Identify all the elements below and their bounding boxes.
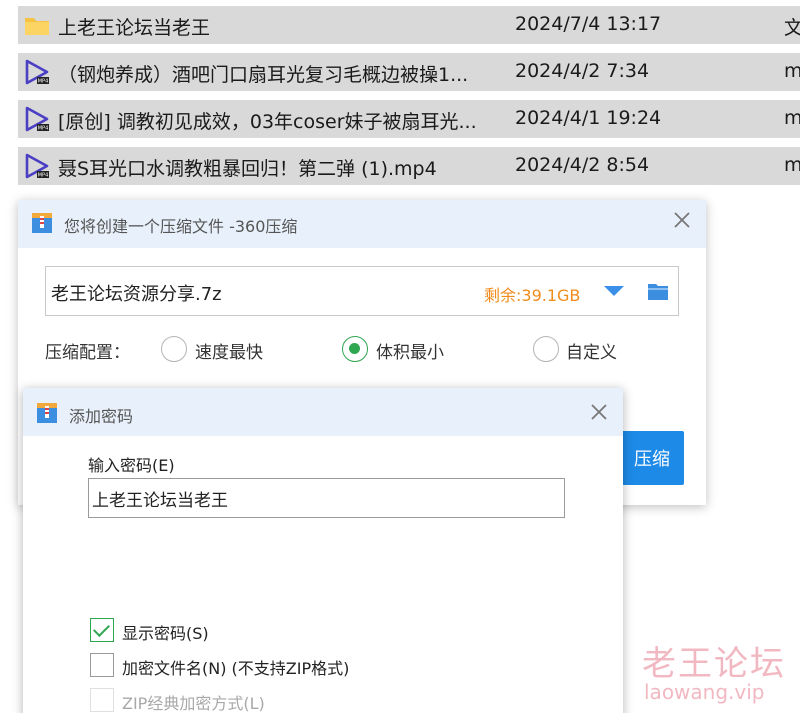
dialog-title: 添加密码 [69,407,134,426]
video-file-icon: MP4 [25,153,49,179]
radio-label-smallest[interactable]: 体积最小 [376,338,444,363]
watermark: 老王论坛 laowang.vip [626,636,800,713]
video-file-icon: MP4 [25,106,49,132]
watermark-title: 老王论坛 [642,644,786,684]
compress-title-bar[interactable]: 您将创建一个压缩文件 -360压缩 [18,200,706,248]
file-row-folder[interactable]: 上老王论坛当老王 2024/7/4 13:17 文 [18,6,800,44]
svg-text:MP4: MP4 [38,126,49,132]
video-file-icon: MP4 [25,59,49,85]
zip-classic-encryption-label: ZIP经典加密方式(L) [122,694,265,713]
password-title-bar[interactable]: 添加密码 [23,388,623,436]
file-date: 2024/7/4 13:17 [515,13,662,35]
archive-name[interactable]: 老王论坛资源分享.7z [51,280,222,306]
watermark-url: laowang.vip [644,680,765,704]
password-input[interactable] [88,478,565,518]
encrypt-filenames-label[interactable]: 加密文件名(N) (不支持ZIP格式) [122,655,349,679]
file-row-video[interactable]: MP4 [原创] 调教初见成效，03年coser妹子被扇耳光... 2024/4… [18,100,800,138]
zip-classic-encryption-checkbox [90,688,114,712]
file-type: m [784,60,800,82]
file-date: 2024/4/2 8:54 [515,154,650,176]
archive-path-field[interactable]: 老王论坛资源分享.7z 剩余:39.1GB [45,266,679,316]
file-row-video[interactable]: MP4 （钢炮养成）酒吧门口扇耳光复习毛概边被操1... 2024/4/2 7:… [18,53,800,91]
password-input-label: 输入密码(E) [88,456,175,475]
show-password-checkbox[interactable] [90,618,114,642]
file-name: [原创] 调教初见成效，03年coser妹子被扇耳光... [58,111,477,133]
radio-fastest[interactable] [161,336,187,362]
radio-custom[interactable] [533,336,559,362]
close-icon[interactable] [588,401,610,423]
svg-text:MP4: MP4 [38,79,49,85]
archive-app-icon [37,403,57,423]
encrypt-filenames-checkbox[interactable] [90,653,114,677]
browse-folder-icon[interactable] [646,279,670,303]
svg-text:MP4: MP4 [38,173,49,179]
file-date: 2024/4/2 7:34 [515,60,650,82]
close-icon[interactable] [671,209,693,231]
file-name: 上老王论坛当老王 [58,17,211,39]
file-type: 文 [784,17,800,39]
show-password-label[interactable]: 显示密码(S) [122,620,209,644]
file-type: m [784,154,800,176]
file-type: m [784,107,800,129]
radio-label-custom[interactable]: 自定义 [566,338,617,363]
free-space-label: 剩余:39.1GB [484,286,581,305]
radio-label-fastest[interactable]: 速度最快 [195,338,263,363]
folder-icon [25,18,49,35]
file-name: （钢炮养成）酒吧门口扇耳光复习毛概边被操1... [58,64,469,86]
radio-smallest[interactable] [342,336,368,362]
compress-config-label: 压缩配置： [45,343,130,363]
file-name: 聂S耳光口水调教粗暴回归！第二弹 (1).mp4 [58,158,437,180]
dropdown-arrow-icon[interactable] [604,286,624,296]
archive-app-icon [32,213,52,233]
file-date: 2024/4/1 19:24 [515,107,662,129]
file-row-video[interactable]: MP4 聂S耳光口水调教粗暴回归！第二弹 (1).mp4 2024/4/2 8:… [18,147,800,185]
dialog-title: 您将创建一个压缩文件 -360压缩 [64,217,298,236]
add-password-dialog: 添加密码 输入密码(E) 显示密码(S) 加密文件名(N) (不支持ZIP格式)… [23,388,623,713]
